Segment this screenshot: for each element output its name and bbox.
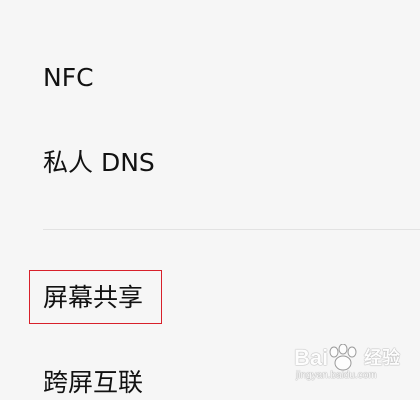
watermark-brand-right: 经验 bbox=[364, 348, 400, 369]
section-divider bbox=[43, 229, 420, 230]
settings-screen: 其他 NFC 私人 DNS 屏幕共享 跨屏互联 Bai 经验 jingyan.b… bbox=[0, 0, 420, 400]
watermark-url: jingyan.baidu.com bbox=[296, 370, 377, 381]
settings-item-label: 跨屏互联 bbox=[43, 368, 144, 397]
settings-item-other[interactable]: 其他 bbox=[0, 0, 420, 34]
paw-icon bbox=[329, 344, 357, 371]
settings-item-label: 屏幕共享 bbox=[43, 283, 144, 312]
settings-item-screen-share[interactable]: 屏幕共享 bbox=[0, 266, 420, 330]
settings-item-nfc[interactable]: NFC bbox=[0, 46, 420, 110]
watermark-logo: Bai 经验 jingyan.baidu.com bbox=[294, 340, 414, 388]
watermark-brand-left: Bai bbox=[294, 345, 329, 370]
settings-item-label: 私人 DNS bbox=[43, 148, 155, 177]
settings-item-label: NFC bbox=[43, 63, 94, 92]
settings-item-private-dns[interactable]: 私人 DNS bbox=[0, 131, 420, 195]
